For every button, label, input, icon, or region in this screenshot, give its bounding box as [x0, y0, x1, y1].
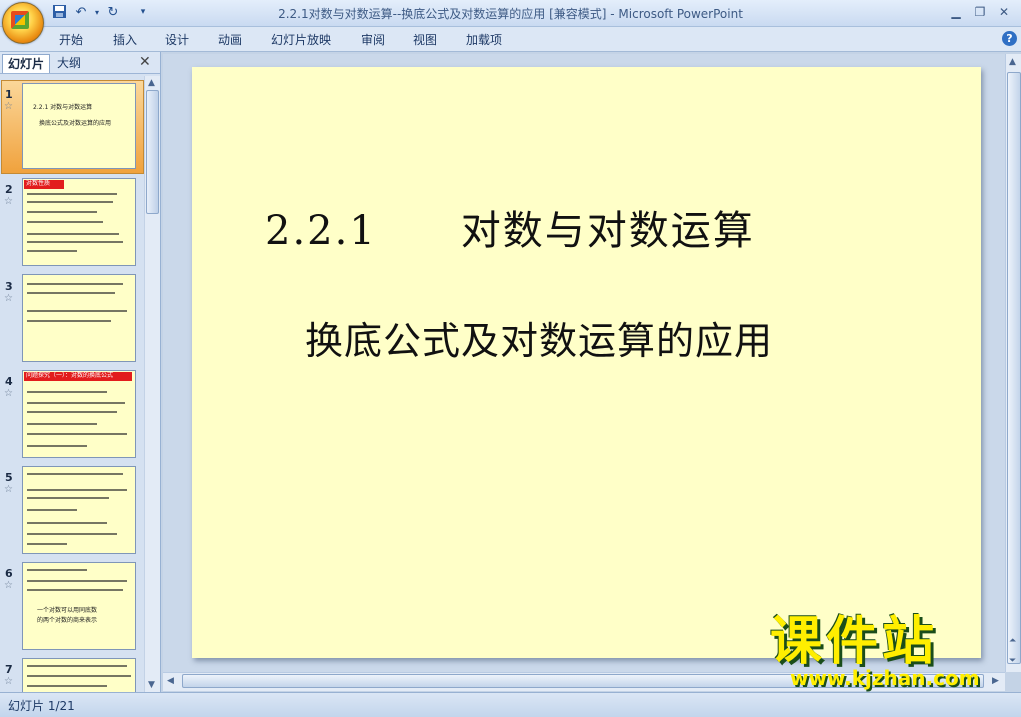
tab-home[interactable]: 开始 [59, 31, 83, 48]
thumbnail-text-line [27, 391, 107, 393]
thumbnail-text-line [27, 589, 123, 591]
thumbnail-header-text: 问题探究（一）：对数的换底公式 [26, 372, 114, 379]
thumbnail-number: 2 [5, 183, 13, 196]
thumbnail-text-line [27, 201, 113, 203]
thumbnail-text-line [27, 543, 67, 545]
thumbnail-text: 的两个对数的商来表示 [37, 617, 98, 624]
next-slide-icon[interactable]: ⏷ [1009, 656, 1016, 666]
thumbnail-text-line [27, 221, 103, 223]
thumbnail-subtitle-text: 换底公式及对数运算的应用 [39, 120, 112, 127]
vertical-scrollbar-thumb[interactable] [1007, 72, 1021, 664]
scroll-right-arrow-icon[interactable]: ▶ [992, 676, 999, 686]
thumbnail-number: 6 [5, 567, 13, 580]
thumbnail-text-line [27, 320, 111, 322]
slide-subtitle[interactable]: 换底公式及对数运算的应用 [305, 310, 773, 365]
thumbnail-number: 7 [5, 663, 13, 676]
thumbnail-text-line [27, 310, 127, 312]
tab-slide-show[interactable]: 幻灯片放映 [271, 31, 331, 48]
status-bar [0, 692, 1021, 717]
thumbnail-text-line [27, 675, 131, 677]
slide-thumbnail-5[interactable] [22, 466, 136, 554]
tab-design[interactable]: 设计 [165, 31, 189, 48]
thumbnail-text-line [27, 445, 87, 447]
animation-star-icon: ☆ [4, 676, 13, 687]
slide-thumbnail-6[interactable]: 一个对数可以用同底数 的两个对数的商来表示 [22, 562, 136, 650]
thumbnail-text-line [27, 193, 117, 195]
thumbnail-text-line [27, 283, 123, 285]
watermark-logo: 课件站 [770, 612, 939, 672]
thumbnail-text-line [27, 497, 109, 499]
thumbnail-text-line [27, 569, 87, 571]
slide-thumbnail-1[interactable]: 2.2.1 对数与对数运算 换底公式及对数运算的应用 [22, 83, 136, 169]
scroll-up-arrow-icon[interactable]: ▲ [148, 78, 155, 88]
animation-star-icon: ☆ [4, 196, 13, 207]
slide-thumbnail-2[interactable]: 对数性质 [22, 178, 136, 266]
panel-scrollbar-thumb[interactable] [146, 90, 159, 214]
thumbnail-text-line [27, 250, 77, 252]
thumbnail-text: 一个对数可以用同底数 [37, 607, 98, 614]
watermark-url: www.kjzhan.com [790, 666, 980, 690]
slide-thumbnail-7[interactable] [22, 658, 136, 693]
thumbnail-text-line [27, 665, 127, 667]
thumbnail-text-line [27, 533, 117, 535]
animation-star-icon: ☆ [4, 388, 13, 399]
tab-review[interactable]: 审阅 [361, 31, 385, 48]
tab-animations[interactable]: 动画 [218, 31, 242, 48]
scroll-left-arrow-icon[interactable]: ◀ [167, 676, 174, 686]
thumbnail-text-line [27, 685, 107, 687]
office-logo-icon [11, 11, 29, 29]
tab-add-ins[interactable]: 加载项 [466, 31, 502, 48]
close-button[interactable]: ✕ [992, 3, 1016, 21]
thumbnail-text-line [27, 241, 123, 243]
thumbnail-number: 3 [5, 280, 13, 293]
slide-thumbnail-4[interactable]: 问题探究（一）：对数的换底公式 [22, 370, 136, 458]
thumbnail-text-line [27, 292, 115, 294]
slide-thumbnail-3[interactable] [22, 274, 136, 362]
thumbnail-title-text: 2.2.1 对数与对数运算 [33, 104, 93, 111]
thumbnail-text-line [27, 423, 97, 425]
animation-star-icon: ☆ [4, 484, 13, 495]
thumbnail-text-line [27, 411, 117, 413]
tab-slides[interactable]: 幻灯片 [2, 54, 51, 73]
thumbnail-header-text: 对数性质 [26, 180, 51, 187]
thumbnail-text-line [27, 211, 97, 213]
maximize-button[interactable]: ❐ [968, 3, 992, 21]
thumbnail-text-line [27, 233, 119, 235]
tab-outline[interactable]: 大纲 [52, 54, 86, 72]
scroll-up-arrow-icon[interactable]: ▲ [1009, 57, 1016, 67]
thumbnail-number: 1 [5, 88, 13, 101]
tab-insert[interactable]: 插入 [113, 31, 137, 48]
thumbnail-text-line [27, 509, 77, 511]
help-icon[interactable]: ? [1002, 31, 1017, 46]
thumbnail-text-line [27, 402, 125, 404]
thumbnail-text-line [27, 473, 123, 475]
previous-slide-icon[interactable]: ⏶ [1009, 636, 1016, 646]
window-title: 2.2.1对数与对数运算--换底公式及对数运算的应用 [兼容模式] - Micr… [278, 7, 743, 21]
thumbnail-text-line [27, 522, 107, 524]
scroll-down-arrow-icon[interactable]: ▼ [148, 680, 155, 690]
animation-star-icon: ☆ [4, 293, 13, 304]
tab-view[interactable]: 视图 [413, 31, 437, 48]
thumbnail-text-line [27, 580, 127, 582]
slide-title[interactable]: 2.2.1 对数与对数运算 [265, 198, 755, 256]
animation-star-icon: ☆ [4, 580, 13, 591]
ribbon-tab-bar [0, 27, 1021, 52]
thumbnail-number: 4 [5, 375, 13, 388]
animation-star-icon: ☆ [4, 101, 13, 112]
slide-indicator: 幻灯片 1/21 [8, 699, 75, 713]
thumbnail-text-line [27, 433, 127, 435]
thumbnail-text-line [27, 489, 127, 491]
panel-close-icon[interactable]: ✕ [139, 54, 151, 70]
minimize-button[interactable]: ▁ [944, 3, 968, 21]
thumbnail-number: 5 [5, 471, 13, 484]
